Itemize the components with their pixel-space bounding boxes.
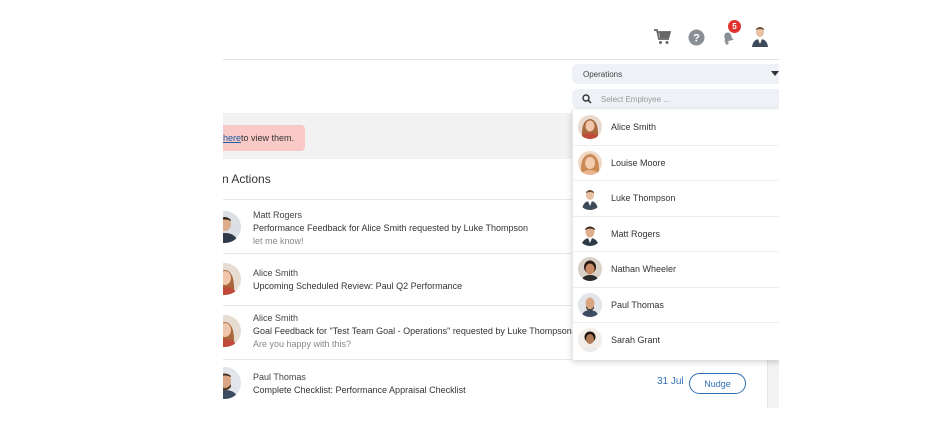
employee-option[interactable]: Nathan Wheeler	[573, 252, 779, 288]
action-what: Goal Feedback for "Test Team Goal - Oper…	[253, 326, 572, 336]
top-bar: ? 5	[223, 0, 779, 60]
employee-option[interactable]: Sarah Grant	[573, 323, 779, 359]
employee-name: Matt Rogers	[611, 228, 661, 239]
caret-down-icon	[771, 71, 779, 76]
main-viewport: ? 5 here to view them. n Actions Matt Ro…	[223, 0, 779, 446]
department-value: Operations	[583, 69, 623, 79]
employee-option[interactable]: Paul Thomas	[573, 288, 779, 323]
alert-text: to view them.	[241, 133, 295, 143]
cart-icon[interactable]	[652, 26, 672, 48]
employee-list: Alice Smith Louise Moore Luke Thompson M…	[572, 110, 779, 360]
action-who: Matt Rogers	[253, 210, 303, 220]
action-who: Paul Thomas	[253, 372, 306, 382]
avatar	[223, 211, 241, 243]
avatar	[578, 292, 602, 317]
bell-icon[interactable]: 5	[718, 20, 741, 48]
employee-search-input[interactable]	[601, 94, 771, 104]
employee-name: Paul Thomas	[611, 299, 664, 310]
employee-option[interactable]: Matt Rogers	[573, 217, 779, 252]
employee-name: Nathan Wheeler	[611, 264, 677, 274]
employee-option[interactable]: Louise Moore	[573, 146, 779, 181]
avatar	[578, 186, 602, 210]
due-date: 31 Jul	[657, 376, 684, 387]
alert-link[interactable]: here	[223, 133, 241, 143]
action-what: Upcoming Scheduled Review: Paul Q2 Perfo…	[253, 281, 463, 291]
search-icon	[582, 94, 592, 104]
section-title: n Actions	[223, 172, 271, 186]
avatar	[223, 315, 241, 347]
employee-name: Alice Smith	[611, 122, 657, 132]
avatar	[578, 257, 602, 281]
avatar[interactable]	[751, 25, 769, 47]
employee-name: Louise Moore	[611, 157, 666, 168]
help-icon[interactable]: ?	[686, 26, 706, 48]
department-select[interactable]: Operations	[572, 64, 779, 84]
avatar	[578, 221, 602, 246]
action-what: Complete Checklist: Performance Appraisa…	[253, 385, 466, 395]
avatar	[223, 367, 241, 399]
employee-option[interactable]: Luke Thompson	[573, 181, 779, 217]
employee-option[interactable]: Alice Smith	[573, 110, 779, 146]
action-note: Are you happy with this?	[253, 339, 352, 349]
nudge-button[interactable]: Nudge	[689, 373, 746, 394]
avatar	[578, 150, 602, 175]
action-who: Alice Smith	[253, 268, 299, 278]
action-note: let me know!	[253, 236, 304, 246]
alert-message: here to view them.	[223, 125, 305, 151]
avatar	[578, 115, 602, 139]
action-who: Alice Smith	[253, 313, 299, 323]
employee-name: Sarah Grant	[611, 335, 661, 345]
svg-text:?: ?	[693, 32, 700, 44]
employee-name: Luke Thompson	[611, 193, 676, 203]
employee-search[interactable]	[572, 89, 779, 109]
action-what: Performance Feedback for Alice Smith req…	[253, 223, 528, 233]
notification-badge: 5	[728, 20, 741, 33]
avatar	[578, 328, 602, 352]
avatar	[223, 263, 241, 295]
